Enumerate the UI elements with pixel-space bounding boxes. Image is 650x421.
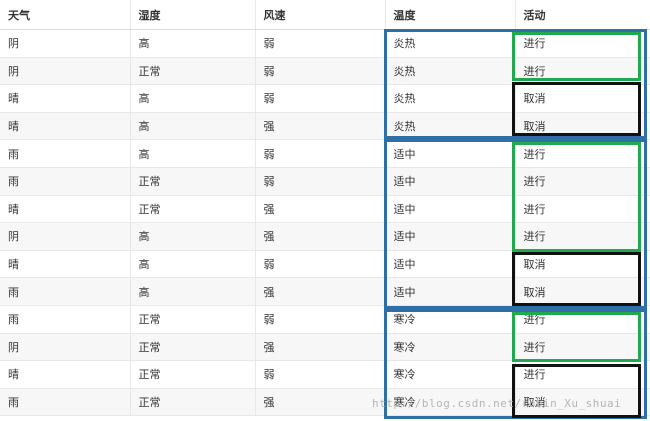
header-wind: 风速 [255, 0, 386, 30]
activity-cell: 进行 [515, 139, 650, 168]
wind-cell: 强 [255, 112, 386, 141]
wind-cell: 强 [255, 277, 386, 306]
temperature-cell: 寒冷 [385, 305, 516, 334]
temperature-cell: 适中 [385, 277, 516, 306]
wind-cell: 强 [255, 333, 386, 362]
temperature-cell: 适中 [385, 222, 516, 251]
table-container: 天气 湿度 风速 温度 活动 阴高弱炎热 进行阴正常弱炎热 进行晴高弱炎热 取消晴高强… [0, 0, 650, 421]
weather-cell: 雨 [0, 277, 131, 306]
activity-cell: 进行 [515, 195, 650, 224]
weather-cell: 阴 [0, 29, 131, 58]
humidity-cell: 高 [130, 29, 256, 58]
table-row: 雨高弱适中 进行 [0, 139, 650, 168]
table-row: 晴高强炎热 取消 [0, 112, 650, 141]
activity-cell: 取消 [515, 388, 650, 417]
temperature-cell: 寒冷 [385, 360, 516, 389]
temperature-cell: 炎热 [385, 84, 516, 113]
table-row: 晴高弱适中 取消 [0, 250, 650, 279]
weather-cell: 晴 [0, 360, 131, 389]
weather-cell: 阴 [0, 222, 131, 251]
temperature-cell: 寒冷 [385, 333, 516, 362]
weather-cell: 雨 [0, 139, 131, 168]
weather-cell: 雨 [0, 305, 131, 334]
table-row: 晴正常弱寒冷 进行 [0, 360, 650, 389]
temperature-cell: 适中 [385, 139, 516, 168]
weather-cell: 雨 [0, 167, 131, 196]
table-row: 阴高弱炎热 进行 [0, 29, 650, 58]
humidity-cell: 正常 [130, 305, 256, 334]
wind-cell: 弱 [255, 167, 386, 196]
activity-cell: 进行 [515, 305, 650, 334]
wind-cell: 强 [255, 195, 386, 224]
wind-cell: 弱 [255, 57, 386, 86]
wind-cell: 弱 [255, 139, 386, 168]
weather-cell: 晴 [0, 84, 131, 113]
table-row: 阴正常强寒冷 进行 [0, 333, 650, 362]
wind-cell: 弱 [255, 84, 386, 113]
humidity-cell: 正常 [130, 57, 256, 86]
activity-cell: 进行 [515, 360, 650, 389]
activity-cell: 进行 [515, 222, 650, 251]
header-activity: 活动 [515, 0, 650, 30]
humidity-cell: 高 [130, 277, 256, 306]
table-row: 雨正常弱寒冷 进行 [0, 305, 650, 334]
humidity-cell: 正常 [130, 167, 256, 196]
activity-cell: 取消 [515, 250, 650, 279]
table-row: 晴高弱炎热 取消 [0, 84, 650, 113]
weather-cell: 晴 [0, 250, 131, 279]
humidity-cell: 正常 [130, 333, 256, 362]
activity-cell: 进行 [515, 167, 650, 196]
humidity-cell: 正常 [130, 360, 256, 389]
temperature-cell: 炎热 [385, 57, 516, 86]
header-weather: 天气 [0, 0, 131, 30]
header-temperature: 温度 [385, 0, 516, 30]
temperature-cell: 适中 [385, 250, 516, 279]
temperature-cell: 适中 [385, 167, 516, 196]
weather-cell: 雨 [0, 388, 131, 417]
wind-cell: 弱 [255, 29, 386, 58]
humidity-cell: 高 [130, 84, 256, 113]
humidity-cell: 正常 [130, 388, 256, 417]
table-header-row: 天气 湿度 风速 温度 活动 [0, 0, 650, 30]
wind-cell: 强 [255, 222, 386, 251]
activity-cell: 取消 [515, 277, 650, 306]
table-row: 晴正常强适中 进行 [0, 195, 650, 224]
temperature-cell: 寒冷 [385, 388, 516, 417]
table-row: 雨高强适中 取消 [0, 277, 650, 306]
weather-cell: 阴 [0, 333, 131, 362]
humidity-cell: 高 [130, 250, 256, 279]
humidity-cell: 高 [130, 139, 256, 168]
humidity-cell: 高 [130, 222, 256, 251]
weather-cell: 晴 [0, 112, 131, 141]
wind-cell: 强 [255, 388, 386, 417]
wind-cell: 弱 [255, 250, 386, 279]
weather-cell: 阴 [0, 57, 131, 86]
weather-activity-table: 天气 湿度 风速 温度 活动 阴高弱炎热 进行阴正常弱炎热 进行晴高弱炎热 取消晴高强… [0, 0, 650, 417]
wind-cell: 弱 [255, 305, 386, 334]
activity-cell: 取消 [515, 112, 650, 141]
weather-cell: 晴 [0, 195, 131, 224]
humidity-cell: 高 [130, 112, 256, 141]
header-humidity: 湿度 [130, 0, 256, 30]
table-row: 雨正常强寒冷 取消 [0, 388, 650, 417]
activity-cell: 进行 [515, 57, 650, 86]
activity-cell: 取消 [515, 84, 650, 113]
table-row: 雨正常弱适中 进行 [0, 167, 650, 196]
table-row: 阴正常弱炎热 进行 [0, 57, 650, 86]
activity-cell: 进行 [515, 333, 650, 362]
temperature-cell: 炎热 [385, 29, 516, 58]
humidity-cell: 正常 [130, 195, 256, 224]
table-row: 阴高强适中 进行 [0, 222, 650, 251]
wind-cell: 弱 [255, 360, 386, 389]
temperature-cell: 适中 [385, 195, 516, 224]
activity-cell: 进行 [515, 29, 650, 58]
temperature-cell: 炎热 [385, 112, 516, 141]
